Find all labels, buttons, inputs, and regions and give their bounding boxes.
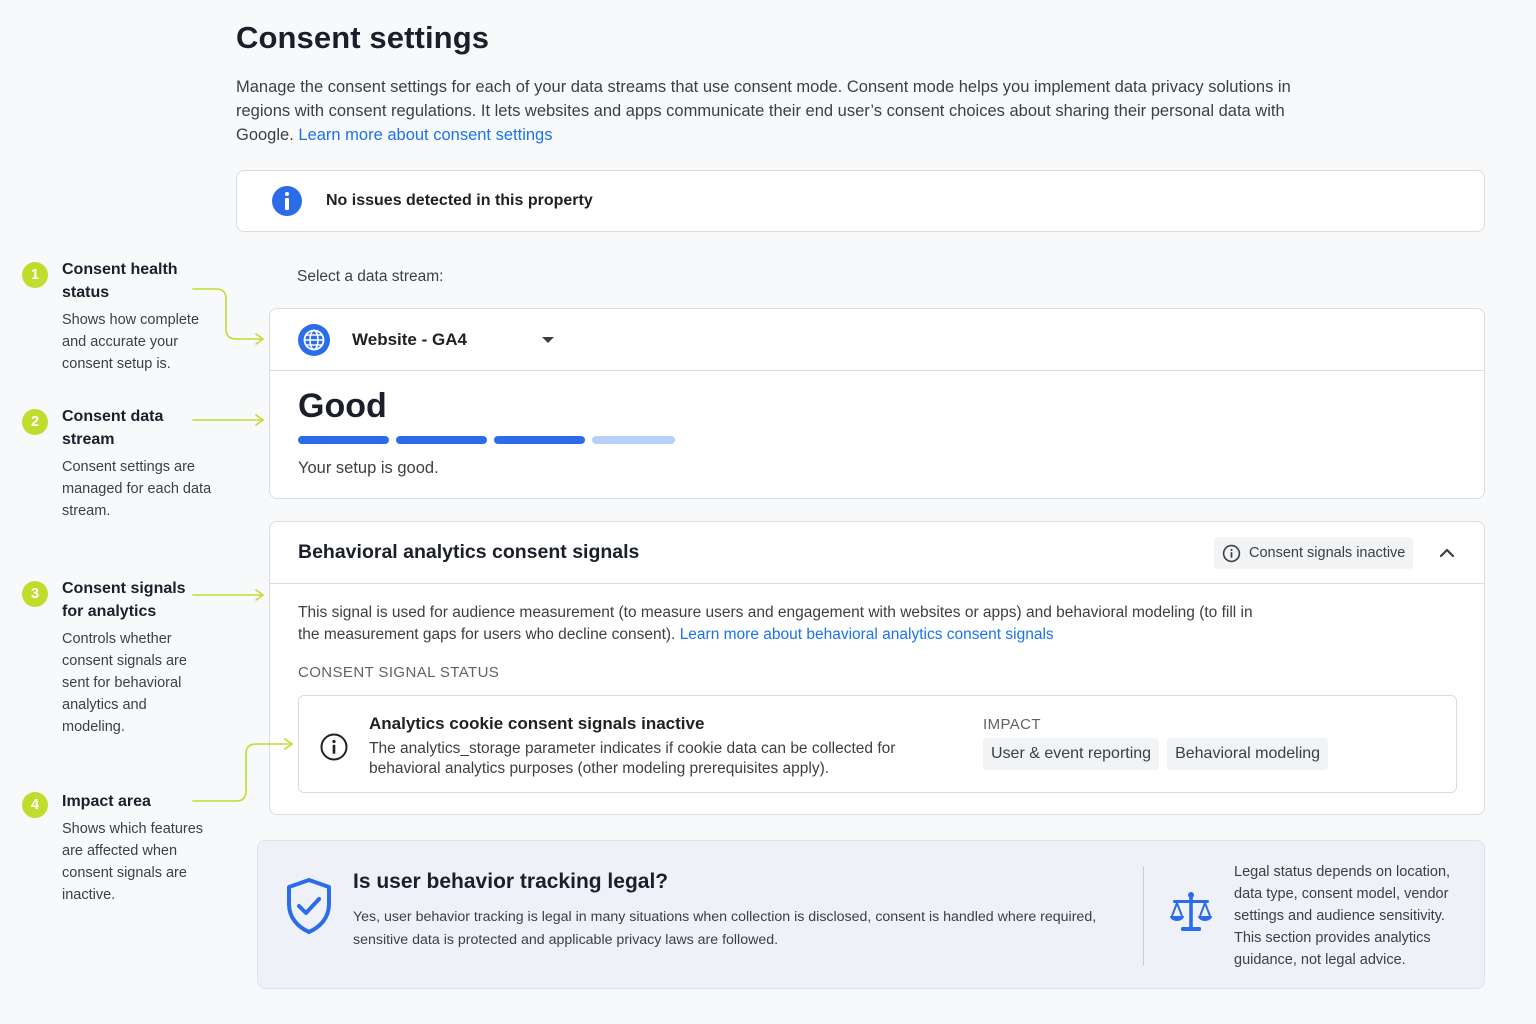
annotation-description: Controls whether consent signals are sen… — [62, 631, 187, 735]
shield-check-icon — [287, 878, 331, 934]
annotation-number: 3 — [22, 581, 48, 607]
impact-chip: User & event reporting — [983, 738, 1160, 770]
intro-paragraph: Manage the consent settings for each of … — [236, 75, 1336, 147]
annotation-title: Impact area — [62, 793, 151, 810]
impact-chips: User & event reporting Behavioral modeli… — [983, 738, 1329, 770]
analytics-signals-card: Behavioral analytics consent signals Con… — [269, 521, 1485, 815]
health-status-text: Your setup is good. — [298, 459, 439, 477]
signal-row-title: Analytics cookie consent signals inactiv… — [369, 714, 705, 733]
annotation-title: Consent signals for analytics — [62, 580, 186, 620]
signal-row-description: The analytics_storage parameter indicate… — [369, 740, 896, 777]
legal-note: Legal status depends on location, data t… — [1234, 864, 1451, 968]
legal-info-panel: Is user behavior tracking legal? Yes, us… — [257, 840, 1485, 989]
signals-title: Behavioral analytics consent signals — [298, 541, 640, 563]
meter-segment — [396, 436, 487, 444]
scales-icon — [1170, 892, 1212, 931]
annotation-number: 1 — [22, 262, 48, 288]
alert-text: No issues detected in this property — [326, 192, 593, 209]
annotation-description: Shows how complete and accurate your con… — [62, 312, 200, 372]
signals-description: This signal is used for audience measure… — [298, 602, 1258, 646]
stream-selected-value: Website - GA4 — [352, 329, 467, 349]
signal-status-heading: CONSENT SIGNAL STATUS — [298, 664, 500, 681]
consent-health-card: Website - GA4 Good Your setup is good. — [269, 308, 1485, 499]
impact-chip: Behavioral modeling — [1167, 738, 1329, 770]
signals-card-header: Behavioral analytics consent signals Con… — [270, 522, 1484, 584]
annotation-description: Shows which features are affected when c… — [62, 821, 204, 903]
page-title: Consent settings — [236, 20, 490, 55]
annotation-number: 2 — [22, 409, 48, 435]
signal-status-row: Analytics cookie consent signals inactiv… — [298, 695, 1457, 793]
learn-more-signals-link[interactable]: Learn more about behavioral analytics co… — [680, 626, 1054, 643]
stream-select-label: Select a data stream: — [297, 268, 444, 285]
meter-segment — [494, 436, 585, 444]
divider — [1143, 866, 1144, 966]
health-status-label: Good — [298, 387, 387, 425]
legal-title: Is user behavior tracking legal? — [353, 870, 669, 893]
annotation-title: Consent health status — [62, 261, 178, 301]
status-badge-text: Consent signals inactive — [1249, 545, 1406, 561]
globe-icon — [298, 323, 330, 356]
health-meter — [298, 436, 675, 444]
status-alert: No issues detected in this property — [236, 170, 1485, 232]
annotation-description: Consent settings are managed for each da… — [62, 459, 212, 519]
legal-body: Yes, user behavior tracking is legal in … — [353, 909, 1097, 948]
learn-more-consent-link[interactable]: Learn more about consent settings — [298, 126, 552, 144]
meter-segment — [592, 436, 675, 444]
status-badge: Consent signals inactive — [1214, 537, 1414, 569]
annotation-number: 4 — [22, 792, 48, 818]
chevron-down-icon — [541, 336, 554, 343]
data-stream-dropdown[interactable]: Website - GA4 — [270, 309, 1484, 371]
impact-label: IMPACT — [983, 716, 1041, 733]
info-outline-icon — [320, 733, 348, 761]
meter-segment — [298, 436, 389, 444]
annotation-title: Consent data stream — [62, 408, 164, 448]
chevron-up-icon[interactable] — [1436, 542, 1458, 564]
info-icon — [272, 186, 302, 216]
info-outline-icon — [1222, 544, 1241, 562]
